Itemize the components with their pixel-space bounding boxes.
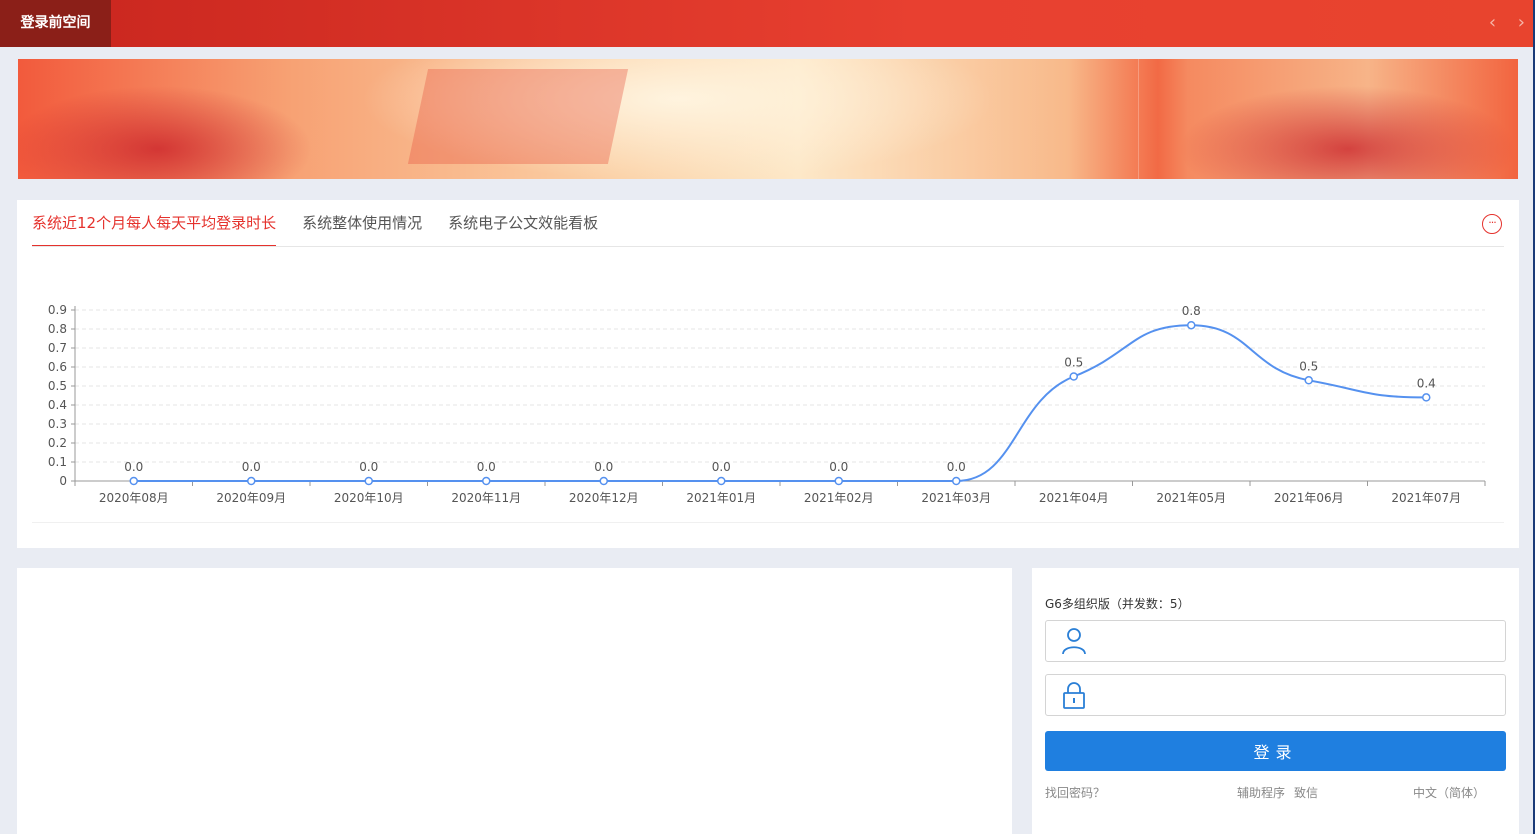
x-tick-label: 2021年01月 <box>686 491 756 505</box>
data-label: 0.0 <box>829 460 848 474</box>
y-tick-label: 0.6 <box>48 360 67 374</box>
top-bar: 登录前空间 ‹ › <box>0 0 1535 47</box>
y-tick-label: 0.4 <box>48 398 67 412</box>
x-tick-label: 2021年05月 <box>1156 491 1226 505</box>
y-tick-label: 0.8 <box>48 322 67 336</box>
data-point <box>717 476 726 486</box>
language-selector[interactable]: 中文（简体） <box>1413 784 1485 801</box>
x-tick-label: 2021年04月 <box>1039 491 1109 505</box>
chart-divider <box>32 522 1504 523</box>
helper-program-link[interactable]: 辅助程序 <box>1237 784 1285 801</box>
data-label: 0.0 <box>477 460 496 474</box>
data-point <box>129 476 138 486</box>
left-content-panel <box>17 568 1012 834</box>
x-tick-label: 2020年08月 <box>99 491 169 505</box>
data-point <box>1187 320 1196 330</box>
lock-icon <box>1063 682 1085 709</box>
banner-flag-decoration <box>407 69 629 164</box>
data-label: 0.0 <box>712 460 731 474</box>
chevron-right-icon[interactable]: › <box>1518 12 1525 33</box>
thanks-link[interactable]: 致信 <box>1294 784 1318 801</box>
username-input[interactable] <box>1102 629 1492 653</box>
data-label: 0.0 <box>242 460 261 474</box>
x-tick-label: 2020年09月 <box>216 491 286 505</box>
data-point <box>247 476 256 486</box>
data-label: 0.5 <box>1299 359 1318 373</box>
data-label: 0.0 <box>124 460 143 474</box>
data-label: 0.5 <box>1064 356 1083 370</box>
data-label: 0.0 <box>594 460 613 474</box>
x-tick-label: 2020年10月 <box>334 491 404 505</box>
username-field[interactable] <box>1045 620 1506 662</box>
data-point <box>1304 376 1313 385</box>
x-tick-label: 2021年02月 <box>804 491 874 505</box>
chevron-left-icon[interactable]: ‹ <box>1489 12 1496 33</box>
topbar-nav: ‹ › <box>1473 12 1525 33</box>
data-point <box>834 476 843 486</box>
login-panel: G6多组织版（并发数：5） 登录 找回密码？ 辅助程序 致信 中文（简体） <box>1032 568 1519 834</box>
data-point <box>1069 372 1078 381</box>
y-tick-label: 0.3 <box>48 417 67 431</box>
x-tick-label: 2021年03月 <box>921 491 991 505</box>
series-line <box>133 324 1427 482</box>
password-input[interactable] <box>1102 683 1492 707</box>
y-tick-label: 0.5 <box>48 379 67 393</box>
login-title: G6多组织版（并发数：5） <box>1045 597 1190 611</box>
data-point <box>599 476 608 486</box>
chart-card: 系统近12个月每人每天平均登录时长 系统整体使用情况 系统电子公文效能看板 ··… <box>17 200 1519 548</box>
password-field[interactable] <box>1045 674 1506 716</box>
data-point <box>482 476 491 486</box>
y-tick-label: 0 <box>59 474 67 488</box>
data-label: 0.4 <box>1417 376 1436 390</box>
data-point <box>952 476 961 486</box>
user-icon <box>1062 628 1086 655</box>
data-label: 0.0 <box>359 460 378 474</box>
login-button[interactable]: 登录 <box>1045 731 1506 771</box>
login-duration-line-chart: 0 0.1 0.2 0.3 0.4 0.5 0.6 0.7 0.8 0.9 2020年08月 2020… <box>48 303 1486 505</box>
data-label: 0.0 <box>947 460 966 474</box>
banner-image <box>18 59 1518 179</box>
y-tick-label: 0.1 <box>48 455 67 469</box>
x-tick-label: 2020年11月 <box>451 491 521 505</box>
banner-divider <box>1138 59 1139 179</box>
forgot-password-link[interactable]: 找回密码？ <box>1045 784 1105 801</box>
y-tick-label: 0.7 <box>48 341 67 355</box>
y-tick-label: 0.2 <box>48 436 67 450</box>
space-tab[interactable]: 登录前空间 <box>0 0 111 47</box>
x-tick-label: 2020年12月 <box>569 491 639 505</box>
data-point <box>1422 393 1431 402</box>
x-tick-label: 2021年07月 <box>1391 491 1461 505</box>
data-point <box>364 476 373 486</box>
data-label: 0.8 <box>1182 304 1201 318</box>
x-tick-label: 2021年06月 <box>1274 491 1344 505</box>
y-tick-label: 0.9 <box>48 303 67 317</box>
